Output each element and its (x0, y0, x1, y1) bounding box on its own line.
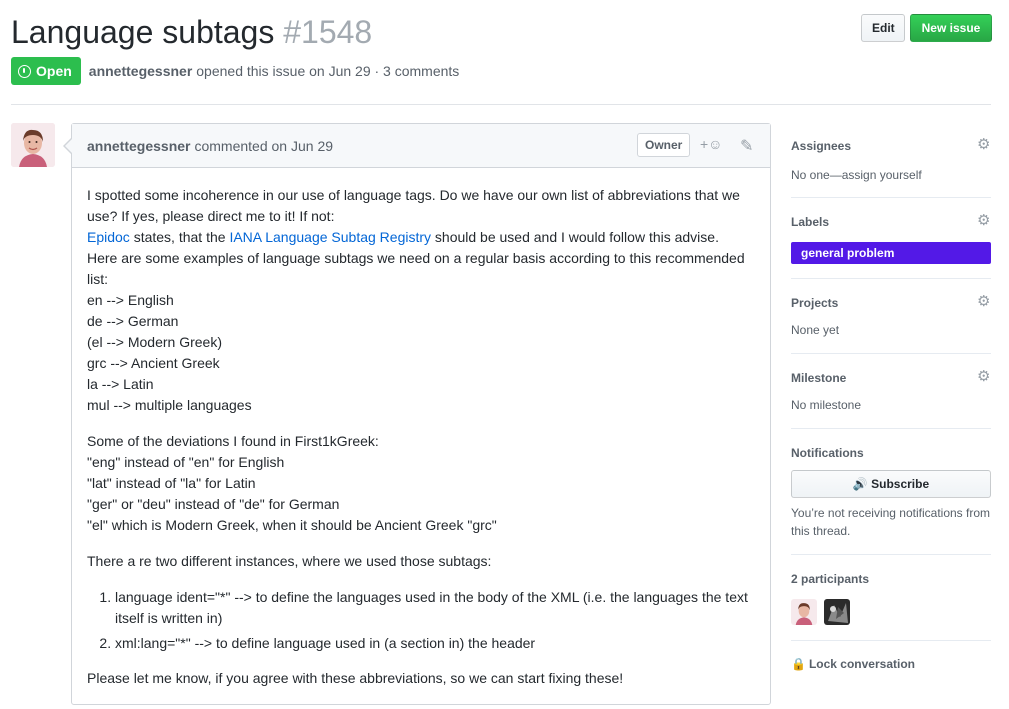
label-general-problem[interactable]: general problem (791, 242, 991, 264)
participant-avatar[interactable] (823, 599, 850, 625)
issue-title: Language subtags #1548 (11, 12, 372, 52)
issue-opened-text: opened this issue on Jun 29 · 3 comments (196, 63, 460, 79)
comment-paragraph-1: I spotted some incoherence in our use of… (87, 185, 755, 416)
sidebar-notifications: Notifications 🔊 Subscribe You’re not rec… (791, 445, 991, 555)
participants-heading: 2 participants (791, 572, 870, 586)
lock-conversation-button[interactable]: 🔒 Lock conversation (791, 657, 915, 671)
user-photo-icon (791, 599, 817, 625)
subtag-line: de --> German (87, 313, 179, 329)
subtag-line: mul --> multiple languages (87, 397, 252, 413)
issue-number: #1548 (283, 14, 373, 50)
edit-button[interactable]: Edit (861, 14, 905, 42)
projects-value: None yet (791, 323, 840, 337)
gear-icon[interactable]: ⚙ (977, 137, 991, 152)
comment-body: I spotted some incoherence in our use of… (72, 168, 770, 689)
iana-registry-link[interactable]: IANA Language Subtag Registry (229, 229, 431, 245)
sidebar-participants: 2 participants (791, 571, 991, 641)
sidebar-milestone: Milestone ⚙ No milestone (791, 369, 991, 429)
deviation-line: "eng" instead of "en" for English (87, 454, 285, 470)
issue-comment: annettegessner commented on Jun 29 Owner… (63, 123, 771, 705)
issue-title-text: Language subtags (11, 14, 275, 50)
gear-icon[interactable]: ⚙ (977, 294, 991, 309)
sidebar-projects: Projects ⚙ None yet (791, 294, 991, 354)
comment-text: states, that the (129, 229, 230, 245)
comment-author-link[interactable]: annettegessner (87, 138, 190, 154)
assignees-value[interactable]: No one—assign yourself (791, 166, 991, 184)
issue-opened-icon (18, 64, 31, 78)
comment-header: annettegessner commented on Jun 29 Owner… (72, 124, 770, 168)
comment-closing: Please let me know, if you agree with th… (87, 670, 624, 686)
lock-icon: 🔒 (791, 657, 806, 671)
gear-icon[interactable]: ⚙ (977, 213, 991, 228)
comment-date[interactable]: commented on Jun 29 (194, 138, 333, 154)
list-item: language ident="*" --> to define the lan… (115, 587, 755, 629)
labels-heading-label: Labels (791, 215, 830, 229)
participant-avatar[interactable] (791, 599, 817, 625)
milestone-value: No milestone (791, 398, 862, 412)
subscribe-label: Subscribe (871, 477, 930, 491)
avatar[interactable] (11, 123, 55, 167)
notifications-heading: Notifications (791, 446, 864, 460)
state-label: Open (36, 63, 72, 79)
issue-meta: Open annettegessner opened this issue on… (11, 57, 459, 85)
subscribe-button[interactable]: 🔊 Subscribe (791, 470, 991, 498)
milestone-heading-label: Milestone (791, 371, 847, 385)
list-item: xml:lang="*" --> to define language used… (115, 633, 755, 654)
deviation-line: "lat" instead of "la" for Latin (87, 475, 256, 491)
deviation-line: "el" which is Modern Greek, when it shou… (87, 517, 497, 533)
owner-badge: Owner (637, 133, 691, 157)
projects-heading[interactable]: Projects ⚙ (791, 294, 991, 311)
assignees-heading[interactable]: Assignees ⚙ (791, 137, 991, 154)
pencil-icon[interactable]: ✎ (740, 136, 753, 156)
lock-conversation-label: Lock conversation (808, 657, 915, 671)
header-divider (11, 104, 991, 105)
user-photo-icon (11, 123, 55, 167)
gear-icon[interactable]: ⚙ (977, 369, 991, 384)
subtag-line: (el --> Modern Greek) (87, 334, 222, 350)
labels-heading[interactable]: Labels ⚙ (791, 213, 991, 230)
speaker-icon: 🔊 (852, 477, 868, 491)
sidebar-labels: Labels ⚙ general problem (791, 213, 991, 279)
sidebar-assignees: Assignees ⚙ No one—assign yourself (791, 137, 991, 198)
comment-text: Some of the deviations I found in First1… (87, 433, 379, 449)
subtag-line: la --> Latin (87, 376, 154, 392)
epidoc-link[interactable]: Epidoc (87, 229, 130, 245)
comment-text: I spotted some incoherence in our use of… (87, 187, 740, 224)
instances-list: language ident="*" --> to define the lan… (87, 587, 755, 654)
comment-text: Here are some examples of language subta… (87, 250, 745, 287)
comment-paragraph-3: There a re two different instances, wher… (87, 553, 492, 569)
comment-paragraph-2: Some of the deviations I found in First1… (87, 431, 755, 536)
new-issue-button[interactable]: New issue (910, 14, 992, 42)
subtag-line: en --> English (87, 292, 174, 308)
add-reaction-icon[interactable]: +☺ (700, 136, 722, 152)
state-badge: Open (11, 57, 81, 85)
comment-text: should be used and I would follow this a… (431, 229, 719, 245)
notifications-note: You’re not receiving notifications from … (791, 506, 990, 538)
participant-avatars (791, 599, 991, 625)
subtag-line: grc --> Ancient Greek (87, 355, 220, 371)
milestone-heading[interactable]: Milestone ⚙ (791, 369, 991, 386)
deviation-line: "ger" or "deu" instead of "de" for Germa… (87, 496, 340, 512)
assignees-heading-label: Assignees (791, 139, 852, 153)
user-photo-icon (823, 599, 850, 625)
issue-author-link[interactable]: annettegessner (89, 63, 192, 79)
projects-heading-label: Projects (791, 296, 839, 310)
